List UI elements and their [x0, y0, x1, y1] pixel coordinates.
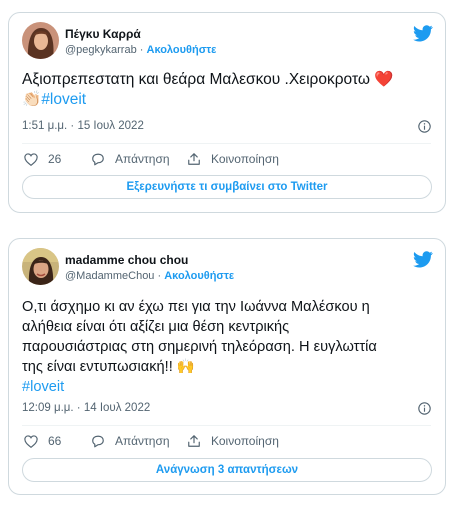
- heart-icon: [24, 434, 38, 448]
- info-icon[interactable]: [418, 120, 431, 133]
- display-name[interactable]: Πέγκυ Καρρά: [65, 27, 141, 41]
- tweet-card: Πέγκυ Καρρά @pegkykarrab · Ακολουθήστε Α…: [8, 12, 446, 213]
- divider: [22, 143, 431, 144]
- like-button[interactable]: 26: [24, 150, 61, 168]
- action-bar: 26 Απάντηση Κοινοποίηση: [22, 150, 431, 168]
- clap-emoji: 👏🏻: [22, 91, 42, 108]
- hashtag-link[interactable]: #loveit: [22, 377, 431, 397]
- share-label: Κοινοποίηση: [211, 434, 279, 448]
- like-button[interactable]: 66: [24, 432, 61, 450]
- share-icon: [188, 435, 200, 447]
- avatar[interactable]: [22, 248, 59, 285]
- reply-label: Απάντηση: [115, 152, 170, 166]
- timestamp[interactable]: 1:51 μ.μ. · 15 Ιουλ 2022: [22, 120, 144, 132]
- share-button[interactable]: Κοινοποίηση: [187, 432, 279, 450]
- tweet-text-line: παρουσιάστριας στη σημερινή τηλεόραση. Η…: [22, 339, 377, 355]
- explore-twitter-button[interactable]: Εξερευνήστε τι συμβαίνει στο Twitter: [22, 175, 432, 199]
- heart-icon: [24, 152, 38, 166]
- share-label: Κοινοποίηση: [211, 152, 279, 166]
- tweet-text: Ο,τι άσχημο κι αν έχω πει για την Ιωάννα…: [22, 297, 431, 397]
- like-count: 26: [48, 152, 62, 166]
- tweet-card: madamme chou chou @MadammeChou · Ακολουθ…: [8, 238, 446, 495]
- tweet-text-line: Αξιοπρεπεστατη και θεάρα Μαλεσκου .Χειρο…: [22, 71, 394, 88]
- user-handle[interactable]: @MadammeChou: [65, 270, 154, 282]
- handle-row: @pegkykarrab · Ακολουθήστε: [65, 44, 216, 56]
- separator: ·: [139, 44, 144, 56]
- tweet-text-line: 👏🏻#loveit: [22, 90, 431, 110]
- share-icon: [188, 153, 200, 165]
- twitter-bird-icon[interactable]: [413, 25, 433, 42]
- hashtag-link[interactable]: #loveit: [41, 91, 86, 108]
- reply-label: Απάντηση: [115, 434, 170, 448]
- tweet-text-line: αλήθεια είναι ότι αξίζει μια θέση κεντρι…: [22, 319, 290, 335]
- share-button[interactable]: Κοινοποίηση: [187, 150, 279, 168]
- reply-button[interactable]: Απάντηση: [91, 150, 170, 168]
- twitter-bird-icon[interactable]: [413, 251, 433, 268]
- reply-bubble-icon: [92, 435, 104, 447]
- separator: ·: [157, 270, 162, 282]
- tweet-text-line: της είναι εντυπωσιακή!! 🙌: [22, 359, 195, 375]
- action-bar: 66 Απάντηση Κοινοποίηση: [22, 432, 431, 450]
- divider: [22, 425, 431, 426]
- reply-bubble-icon: [92, 153, 104, 165]
- read-replies-button[interactable]: Ανάγνωση 3 απαντήσεων: [22, 458, 432, 482]
- reply-button[interactable]: Απάντηση: [91, 432, 170, 450]
- user-handle[interactable]: @pegkykarrab: [65, 44, 137, 56]
- tweet-text-line: Ο,τι άσχημο κι αν έχω πει για την Ιωάννα…: [22, 299, 370, 315]
- follow-button[interactable]: Ακολουθήστε: [147, 44, 217, 56]
- tweet-text: Αξιοπρεπεστατη και θεάρα Μαλεσκου .Χειρο…: [22, 70, 431, 110]
- follow-button[interactable]: Ακολουθήστε: [164, 270, 234, 282]
- display-name[interactable]: madamme chou chou: [65, 253, 188, 267]
- handle-row: @MadammeChou · Ακολουθήστε: [65, 270, 234, 282]
- avatar[interactable]: [22, 22, 59, 59]
- timestamp[interactable]: 12:09 μ.μ. · 14 Ιουλ 2022: [22, 402, 150, 414]
- like-count: 66: [48, 434, 62, 448]
- info-icon[interactable]: [418, 402, 431, 415]
